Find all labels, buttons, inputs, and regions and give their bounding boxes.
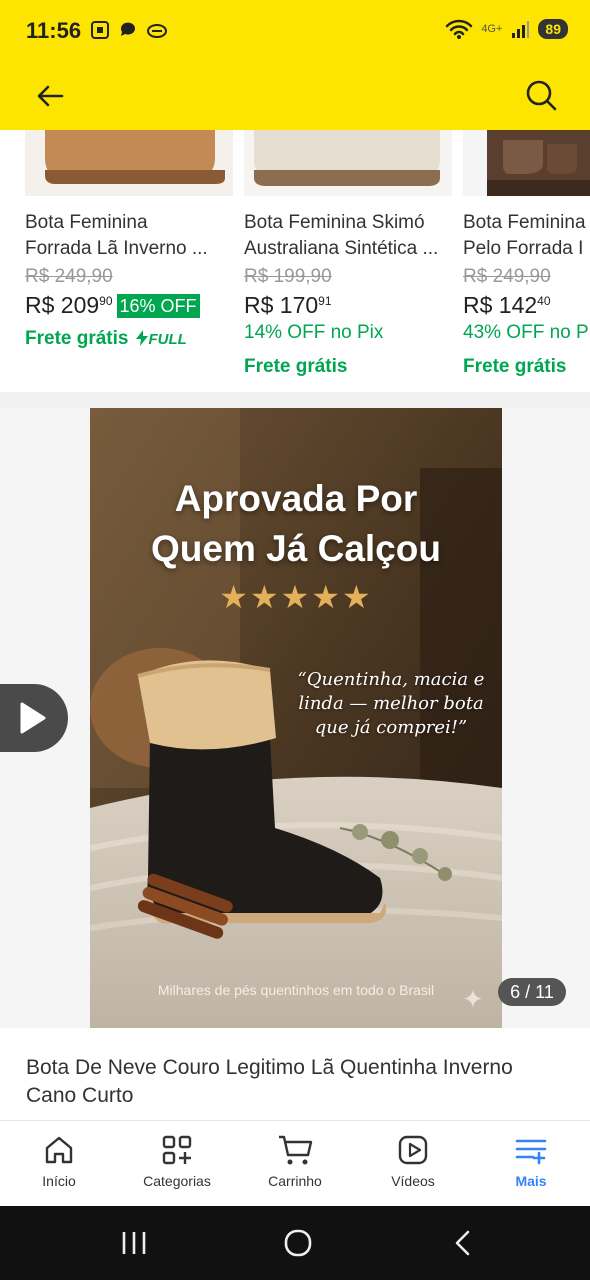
categories-icon bbox=[162, 1135, 192, 1165]
nav-label: Mais bbox=[515, 1173, 547, 1189]
current-price: R$ 17091 bbox=[244, 292, 332, 318]
system-status-icons: 4G+ 89 bbox=[445, 18, 568, 40]
battery-indicator: 89 bbox=[538, 19, 568, 39]
app-notification-icon bbox=[147, 24, 167, 38]
home-circle-icon bbox=[284, 1229, 312, 1257]
home-icon bbox=[45, 1136, 73, 1164]
old-price: R$ 249,90 bbox=[463, 266, 551, 287]
free-shipping-label: Frete grátis bbox=[244, 356, 348, 377]
free-shipping-label: Frete grátis bbox=[463, 356, 567, 377]
rating-stars: ★★★★★ bbox=[219, 579, 373, 615]
system-navigation-bar bbox=[0, 1206, 590, 1280]
gallery-page-indicator: 6 / 11 bbox=[498, 978, 566, 1006]
product-image bbox=[244, 130, 452, 196]
product-title: Bota Feminina Skimó Australiana Sintétic… bbox=[244, 212, 439, 259]
play-icon bbox=[20, 702, 46, 734]
pix-discount: 14% OFF no Pix bbox=[244, 322, 384, 343]
lightning-icon bbox=[136, 330, 149, 346]
home-button[interactable] bbox=[280, 1228, 316, 1258]
old-price: R$ 249,90 bbox=[25, 266, 113, 287]
status-time: 11:56 bbox=[26, 18, 82, 43]
arrow-left-icon bbox=[37, 85, 64, 107]
nav-label: Vídeos bbox=[391, 1173, 435, 1189]
chat-notification-icon bbox=[120, 22, 135, 36]
nav-item-inicio[interactable]: Início bbox=[9, 1133, 109, 1189]
nav-label: Início bbox=[42, 1173, 76, 1189]
current-price: R$ 20990 16% OFF bbox=[25, 292, 200, 319]
search-button[interactable] bbox=[520, 74, 562, 116]
wifi-icon bbox=[446, 19, 473, 39]
video-icon bbox=[398, 1135, 428, 1165]
chevron-left-icon bbox=[455, 1230, 470, 1256]
nav-item-videos[interactable]: Vídeos bbox=[363, 1133, 463, 1189]
sparkle-icon: ✦ bbox=[462, 984, 484, 1014]
nav-item-carrinho[interactable]: Carrinho bbox=[245, 1133, 345, 1189]
cart-icon bbox=[279, 1135, 313, 1165]
more-menu-icon bbox=[515, 1139, 547, 1165]
customer-quote: “Quentinha, macia e linda — melhor bota … bbox=[297, 669, 485, 738]
notification-icons bbox=[90, 20, 168, 40]
search-icon bbox=[526, 80, 557, 111]
recent-apps-button[interactable] bbox=[116, 1228, 152, 1258]
current-price: R$ 14240 bbox=[463, 292, 551, 318]
signal-icon bbox=[512, 21, 530, 38]
nav-item-mais[interactable]: Mais bbox=[481, 1133, 581, 1189]
product-card[interactable]: Bota Feminina Skimó Australiana Sintétic… bbox=[244, 130, 454, 392]
product-gallery[interactable]: Aprovada Por Quem Já Calçou ★★★★★ “Quent… bbox=[0, 408, 590, 1028]
recent-apps-icon bbox=[122, 1232, 146, 1254]
product-card[interactable]: Bota Feminina Forrada Lã Inverno ... R$ … bbox=[25, 130, 235, 392]
nav-label: Categorias bbox=[143, 1173, 211, 1189]
product-title: Bota Feminina Forrada Lã Inverno ... bbox=[25, 212, 208, 259]
top-app-bar bbox=[0, 62, 590, 130]
gallery-headline: Aprovada Por Quem Já Calçou bbox=[151, 478, 441, 569]
section-divider bbox=[0, 392, 590, 408]
old-price: R$ 199,90 bbox=[244, 266, 332, 287]
related-products-carousel[interactable]: Bota Feminina Forrada Lã Inverno ... R$ … bbox=[0, 130, 590, 392]
status-bar: 11:56 4G+ 89 bbox=[0, 0, 590, 62]
screenshot-notification-icon bbox=[91, 21, 109, 39]
full-badge: FULL bbox=[136, 330, 187, 348]
pix-discount: 43% OFF no P bbox=[463, 322, 589, 343]
product-image bbox=[25, 130, 233, 196]
network-type: 4G+ bbox=[481, 23, 503, 35]
back-button[interactable] bbox=[30, 76, 70, 116]
nav-item-categorias[interactable]: Categorias bbox=[127, 1133, 227, 1189]
product-image bbox=[463, 130, 590, 196]
system-back-button[interactable] bbox=[446, 1228, 482, 1258]
bottom-navigation: Início Categorias Carrinho Vídeos Mais bbox=[0, 1120, 590, 1207]
nav-label: Carrinho bbox=[268, 1173, 322, 1189]
item-title: Bota De Neve Couro Legitimo Lã Quentinha… bbox=[26, 1056, 513, 1107]
item-title-section: Bota De Neve Couro Legitimo Lã Quentinha… bbox=[0, 1028, 590, 1120]
gallery-caption: Milhares de pés quentinhos em todo o Bra… bbox=[157, 982, 435, 998]
play-video-button[interactable] bbox=[0, 684, 68, 752]
product-title: Bota Feminina Pelo Forrada I bbox=[463, 212, 586, 259]
gallery-image[interactable]: Aprovada Por Quem Já Calçou ★★★★★ “Quent… bbox=[90, 408, 502, 1028]
product-card[interactable]: Bota Feminina Pelo Forrada I R$ 249,90 R… bbox=[463, 130, 590, 392]
discount-badge: 16% OFF bbox=[116, 294, 200, 318]
free-shipping-label: Frete grátis FULL bbox=[25, 328, 187, 349]
